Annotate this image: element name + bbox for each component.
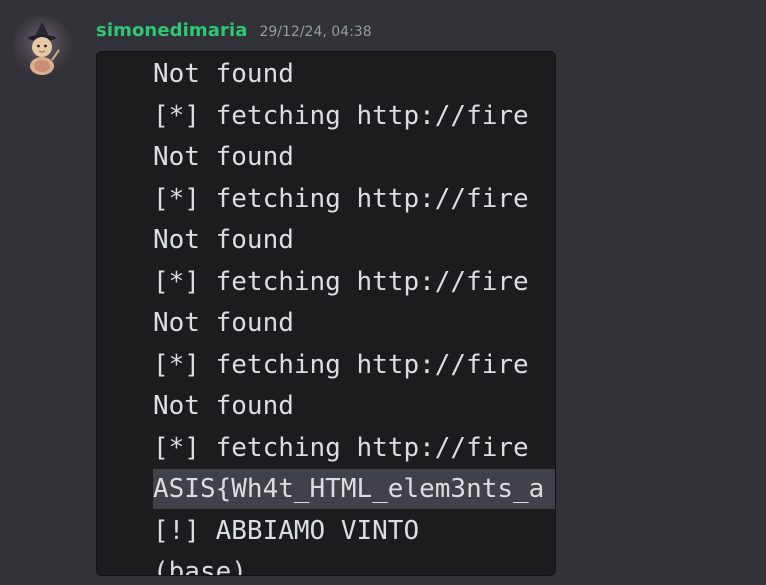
avatar-image [28,22,60,75]
code-line: Not found [153,391,294,421]
code-line: Not found [153,142,294,172]
code-line: (base) [153,557,247,576]
code-line: Not found [153,59,294,89]
code-line: Not found [153,225,294,255]
code-line: [*] fetching http://fire [153,183,529,214]
code-block[interactable]: Not found [*] fetching http://fire Not fou… [96,51,556,576]
code-line: [*] fetching http://fire [153,349,529,380]
message-timestamp[interactable]: 29/12/24, 04:38 [259,24,371,40]
code-line: Not found [153,308,294,338]
author-username[interactable]: simonedimaria [96,20,247,41]
code-line: [!] ABBIAMO VINTO [153,515,420,546]
code-line-highlighted: ASIS{Wh4t_HTML_elem3nts_a [153,469,555,509]
code-line: [*] fetching http://fire [153,100,529,131]
chat-message: simonedimaria 29/12/24, 04:38 Not found [… [0,0,766,585]
message-header: simonedimaria 29/12/24, 04:38 [96,20,372,44]
code-line: [*] fetching http://fire [153,266,529,297]
user-avatar[interactable] [12,16,72,76]
code-line: [*] fetching http://fire [153,432,529,463]
